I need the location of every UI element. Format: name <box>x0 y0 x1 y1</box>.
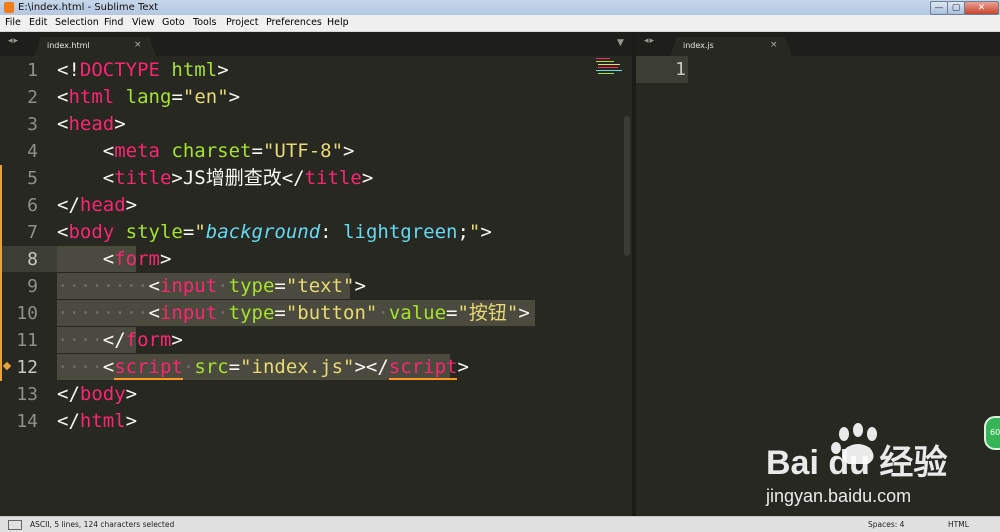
watermark-url: jingyan.baidu.com <box>765 486 911 506</box>
tab-nav-arrows-icon[interactable]: ◂▸ <box>8 36 19 46</box>
baidu-jingyan-watermark: Bai du 经验 jingyan.baidu.com <box>765 423 947 506</box>
window-title: E:\index.html - Sublime Text <box>18 2 159 13</box>
status-bar: ASCII, 5 lines, 124 characters selected … <box>0 516 1000 532</box>
code-line[interactable]: 10 ········<input·type="button"·value="按钮… <box>0 300 590 327</box>
code-text: </html> <box>57 410 138 432</box>
tab-label: index.js <box>683 41 714 50</box>
code-text: </body> <box>57 383 138 405</box>
menu-view[interactable]: View <box>132 15 155 31</box>
watermark-brand: Bai du 经验 <box>766 443 947 482</box>
line-number: 2 <box>27 87 38 108</box>
code-text: <title>JS增删查改</title> <box>57 167 374 189</box>
line-number: 4 <box>27 141 38 162</box>
code-text: <head> <box>57 113 126 135</box>
line-number: 11 <box>16 330 38 351</box>
code-line[interactable]: 1 <!DOCTYPE html> <box>0 57 590 84</box>
code-line[interactable]: 4 <meta charset="UTF-8"> <box>0 138 590 165</box>
code-line[interactable]: 11 ····</form> <box>0 327 590 354</box>
code-line[interactable]: 8 <form> <box>0 246 590 273</box>
menu-project[interactable]: Project <box>226 15 259 31</box>
code-line[interactable]: 9 ········<input·type="text"> <box>0 273 590 300</box>
status-syntax[interactable]: HTML <box>948 517 969 532</box>
panel-toggle-icon[interactable] <box>8 520 22 530</box>
code-line[interactable]: 7 <body style="background: lightgreen;"> <box>0 219 590 246</box>
tab-bar-left: ◂▸ index.html × ▼ <box>0 32 632 56</box>
editor-pane-left[interactable]: 1 <!DOCTYPE html> 2 <html lang="en"> 3 <head>… <box>0 56 632 516</box>
vertical-scrollbar[interactable] <box>624 116 630 256</box>
tab-index-js[interactable]: index.js × <box>670 37 792 56</box>
line-number: 9 <box>27 276 38 297</box>
tab-bar-right: ◂▸ index.js × <box>636 32 1000 56</box>
status-indentation[interactable]: Spaces: 4 <box>868 517 904 532</box>
menu-find[interactable]: Find <box>104 15 123 31</box>
tab-index-html[interactable]: index.html × <box>34 37 156 56</box>
menu-selection[interactable]: Selection <box>55 15 99 31</box>
code-line[interactable]: 13 </body> <box>0 381 590 408</box>
code-line[interactable]: 5 <title>JS增删查改</title> <box>0 165 590 192</box>
code-line[interactable]: 14 </html> <box>0 408 590 435</box>
minimap[interactable] <box>592 56 628 76</box>
title-bar: E:\index.html - Sublime Text — ▢ ✕ <box>0 0 1000 15</box>
minimize-button[interactable]: — <box>930 1 948 15</box>
line-number: 1 <box>27 60 38 81</box>
line-number: 13 <box>16 384 38 405</box>
code-text: <body style="background: lightgreen;"> <box>57 221 492 243</box>
tab-close-icon[interactable]: × <box>770 40 778 50</box>
menu-tools[interactable]: Tools <box>193 15 216 31</box>
status-selection-info: ASCII, 5 lines, 124 characters selected <box>30 520 175 529</box>
code-text: </head> <box>57 194 138 216</box>
code-line[interactable]: 12 ····<script·src="index.js"></script> <box>0 354 590 381</box>
line-number: 6 <box>27 195 38 216</box>
code-text: ····</form> <box>57 329 183 351</box>
menu-goto[interactable]: Goto <box>162 15 185 31</box>
line-number: 10 <box>16 303 38 324</box>
menu-bar: File Edit Selection Find View Goto Tools… <box>0 15 1000 32</box>
tab-label: index.html <box>47 41 90 50</box>
menu-preferences[interactable]: Preferences <box>266 15 322 31</box>
code-text: ········<input·type="text"> <box>57 275 366 297</box>
code-text: <form> <box>57 248 172 270</box>
line-number: 1 <box>675 59 686 80</box>
code-text: <html lang="en"> <box>57 86 241 108</box>
line-number: 14 <box>16 411 38 432</box>
menu-edit[interactable]: Edit <box>29 15 47 31</box>
code-line[interactable]: 3 <head> <box>0 111 590 138</box>
maximize-button[interactable]: ▢ <box>947 1 965 15</box>
close-button[interactable]: ✕ <box>964 1 999 15</box>
tab-dropdown-icon[interactable]: ▼ <box>617 38 624 48</box>
line-number: 3 <box>27 114 38 135</box>
tab-nav-arrows-icon[interactable]: ◂▸ <box>644 36 655 46</box>
sublime-app-icon <box>4 2 14 13</box>
code-text: <meta charset="UTF-8"> <box>57 140 355 162</box>
code-text: ········<input·type="button"·value="按钮"> <box>57 302 530 324</box>
code-text: <!DOCTYPE html> <box>57 59 229 81</box>
code-line[interactable]: 6 </head> <box>0 192 590 219</box>
line-number: 8 <box>27 249 38 270</box>
line-number: 5 <box>27 168 38 189</box>
watermark-badge: 60 <box>984 416 1000 450</box>
menu-file[interactable]: File <box>5 15 21 31</box>
menu-help[interactable]: Help <box>327 15 349 31</box>
code-text: ····<script·src="index.js"></script> <box>57 356 469 380</box>
line-number: 7 <box>27 222 38 243</box>
tab-close-icon[interactable]: × <box>134 40 142 50</box>
code-line[interactable]: 2 <html lang="en"> <box>0 84 590 111</box>
